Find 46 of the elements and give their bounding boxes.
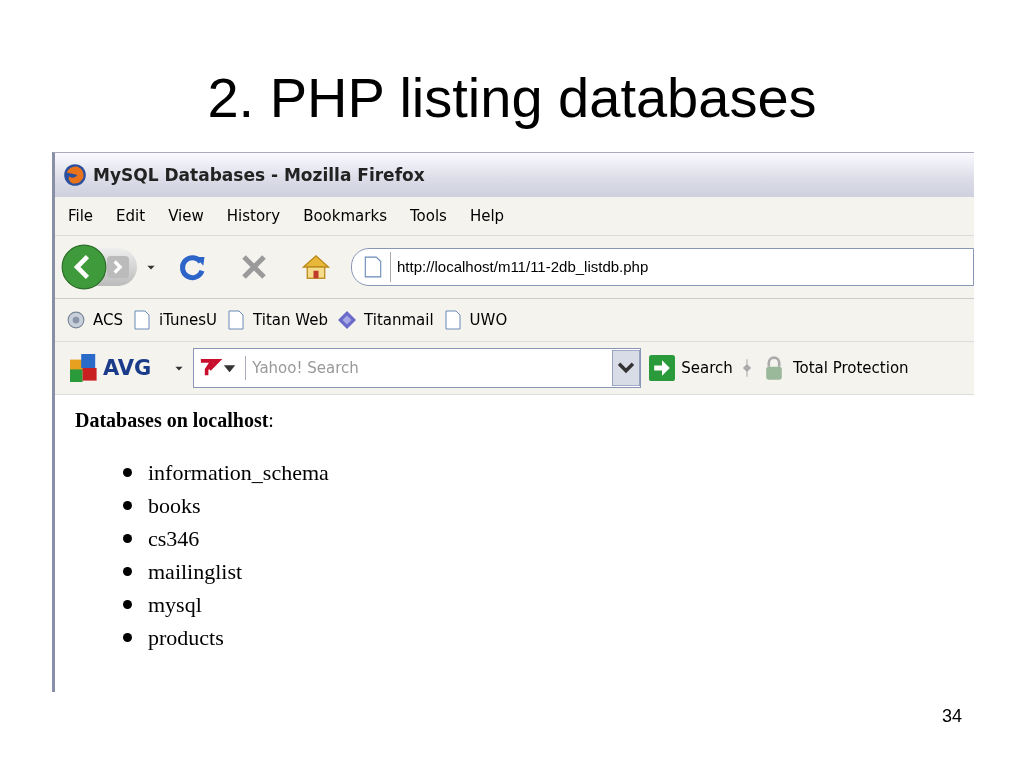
page-number: 34 bbox=[941, 706, 962, 727]
database-name: products bbox=[148, 624, 224, 652]
database-name: mysql bbox=[148, 591, 202, 619]
bullet-icon bbox=[123, 600, 132, 609]
reload-icon[interactable] bbox=[177, 252, 207, 282]
bullet-icon bbox=[123, 468, 132, 477]
bookmark-item[interactable]: Titan Web bbox=[227, 310, 328, 330]
bullet-icon bbox=[123, 501, 132, 510]
menu-item[interactable]: Help bbox=[460, 207, 514, 225]
avg-logo-icon bbox=[69, 354, 99, 382]
slide-title: 2. PHP listing databases bbox=[206, 65, 818, 131]
diamond-icon bbox=[338, 310, 356, 330]
globe-icon bbox=[67, 310, 85, 330]
bullet-icon bbox=[123, 633, 132, 642]
toolbar-separator-icon bbox=[740, 357, 753, 379]
bookmark-item[interactable]: iTunesU bbox=[133, 310, 218, 330]
bookmark-item[interactable]: Titanmail bbox=[338, 310, 434, 330]
bullet-icon bbox=[123, 567, 132, 576]
window-title: MySQL Databases - Mozilla Firefox bbox=[93, 165, 425, 185]
menu-item[interactable]: View bbox=[159, 207, 213, 225]
avg-logo[interactable]: AVG bbox=[69, 354, 152, 382]
page-heading: Databases on localhost: bbox=[75, 409, 275, 432]
address-bar[interactable]: http://localhost/m11/11-2db_listdb.php bbox=[351, 248, 974, 286]
search-input[interactable]: Yahoo! Search bbox=[246, 358, 613, 378]
database-name: books bbox=[148, 492, 201, 520]
database-name: information_schema bbox=[148, 459, 329, 487]
page-icon bbox=[364, 256, 382, 278]
menu-item[interactable]: Edit bbox=[107, 207, 155, 225]
menu-item[interactable]: File bbox=[59, 207, 103, 225]
browser-logo-icon bbox=[63, 163, 87, 187]
home-icon[interactable] bbox=[301, 252, 331, 282]
page-icon bbox=[227, 310, 246, 330]
page-icon bbox=[443, 310, 462, 330]
menu-item[interactable]: Bookmarks bbox=[294, 207, 396, 225]
protection-button[interactable]: Total Protection bbox=[760, 355, 909, 381]
menu-item[interactable]: Tools bbox=[400, 207, 456, 225]
bookmark-item[interactable]: ACS bbox=[67, 310, 123, 330]
database-name: cs346 bbox=[148, 525, 200, 553]
dropdown-arrow-icon[interactable] bbox=[612, 350, 641, 386]
bullet-icon bbox=[123, 534, 132, 543]
search-field[interactable]: Yahoo! Search bbox=[193, 348, 642, 388]
bookmark-item[interactable]: UWO bbox=[443, 310, 508, 330]
page-icon bbox=[133, 310, 151, 330]
database-name: mailinglist bbox=[148, 558, 243, 586]
search-button[interactable]: Search bbox=[649, 355, 733, 381]
menu-item[interactable]: History bbox=[217, 207, 290, 225]
